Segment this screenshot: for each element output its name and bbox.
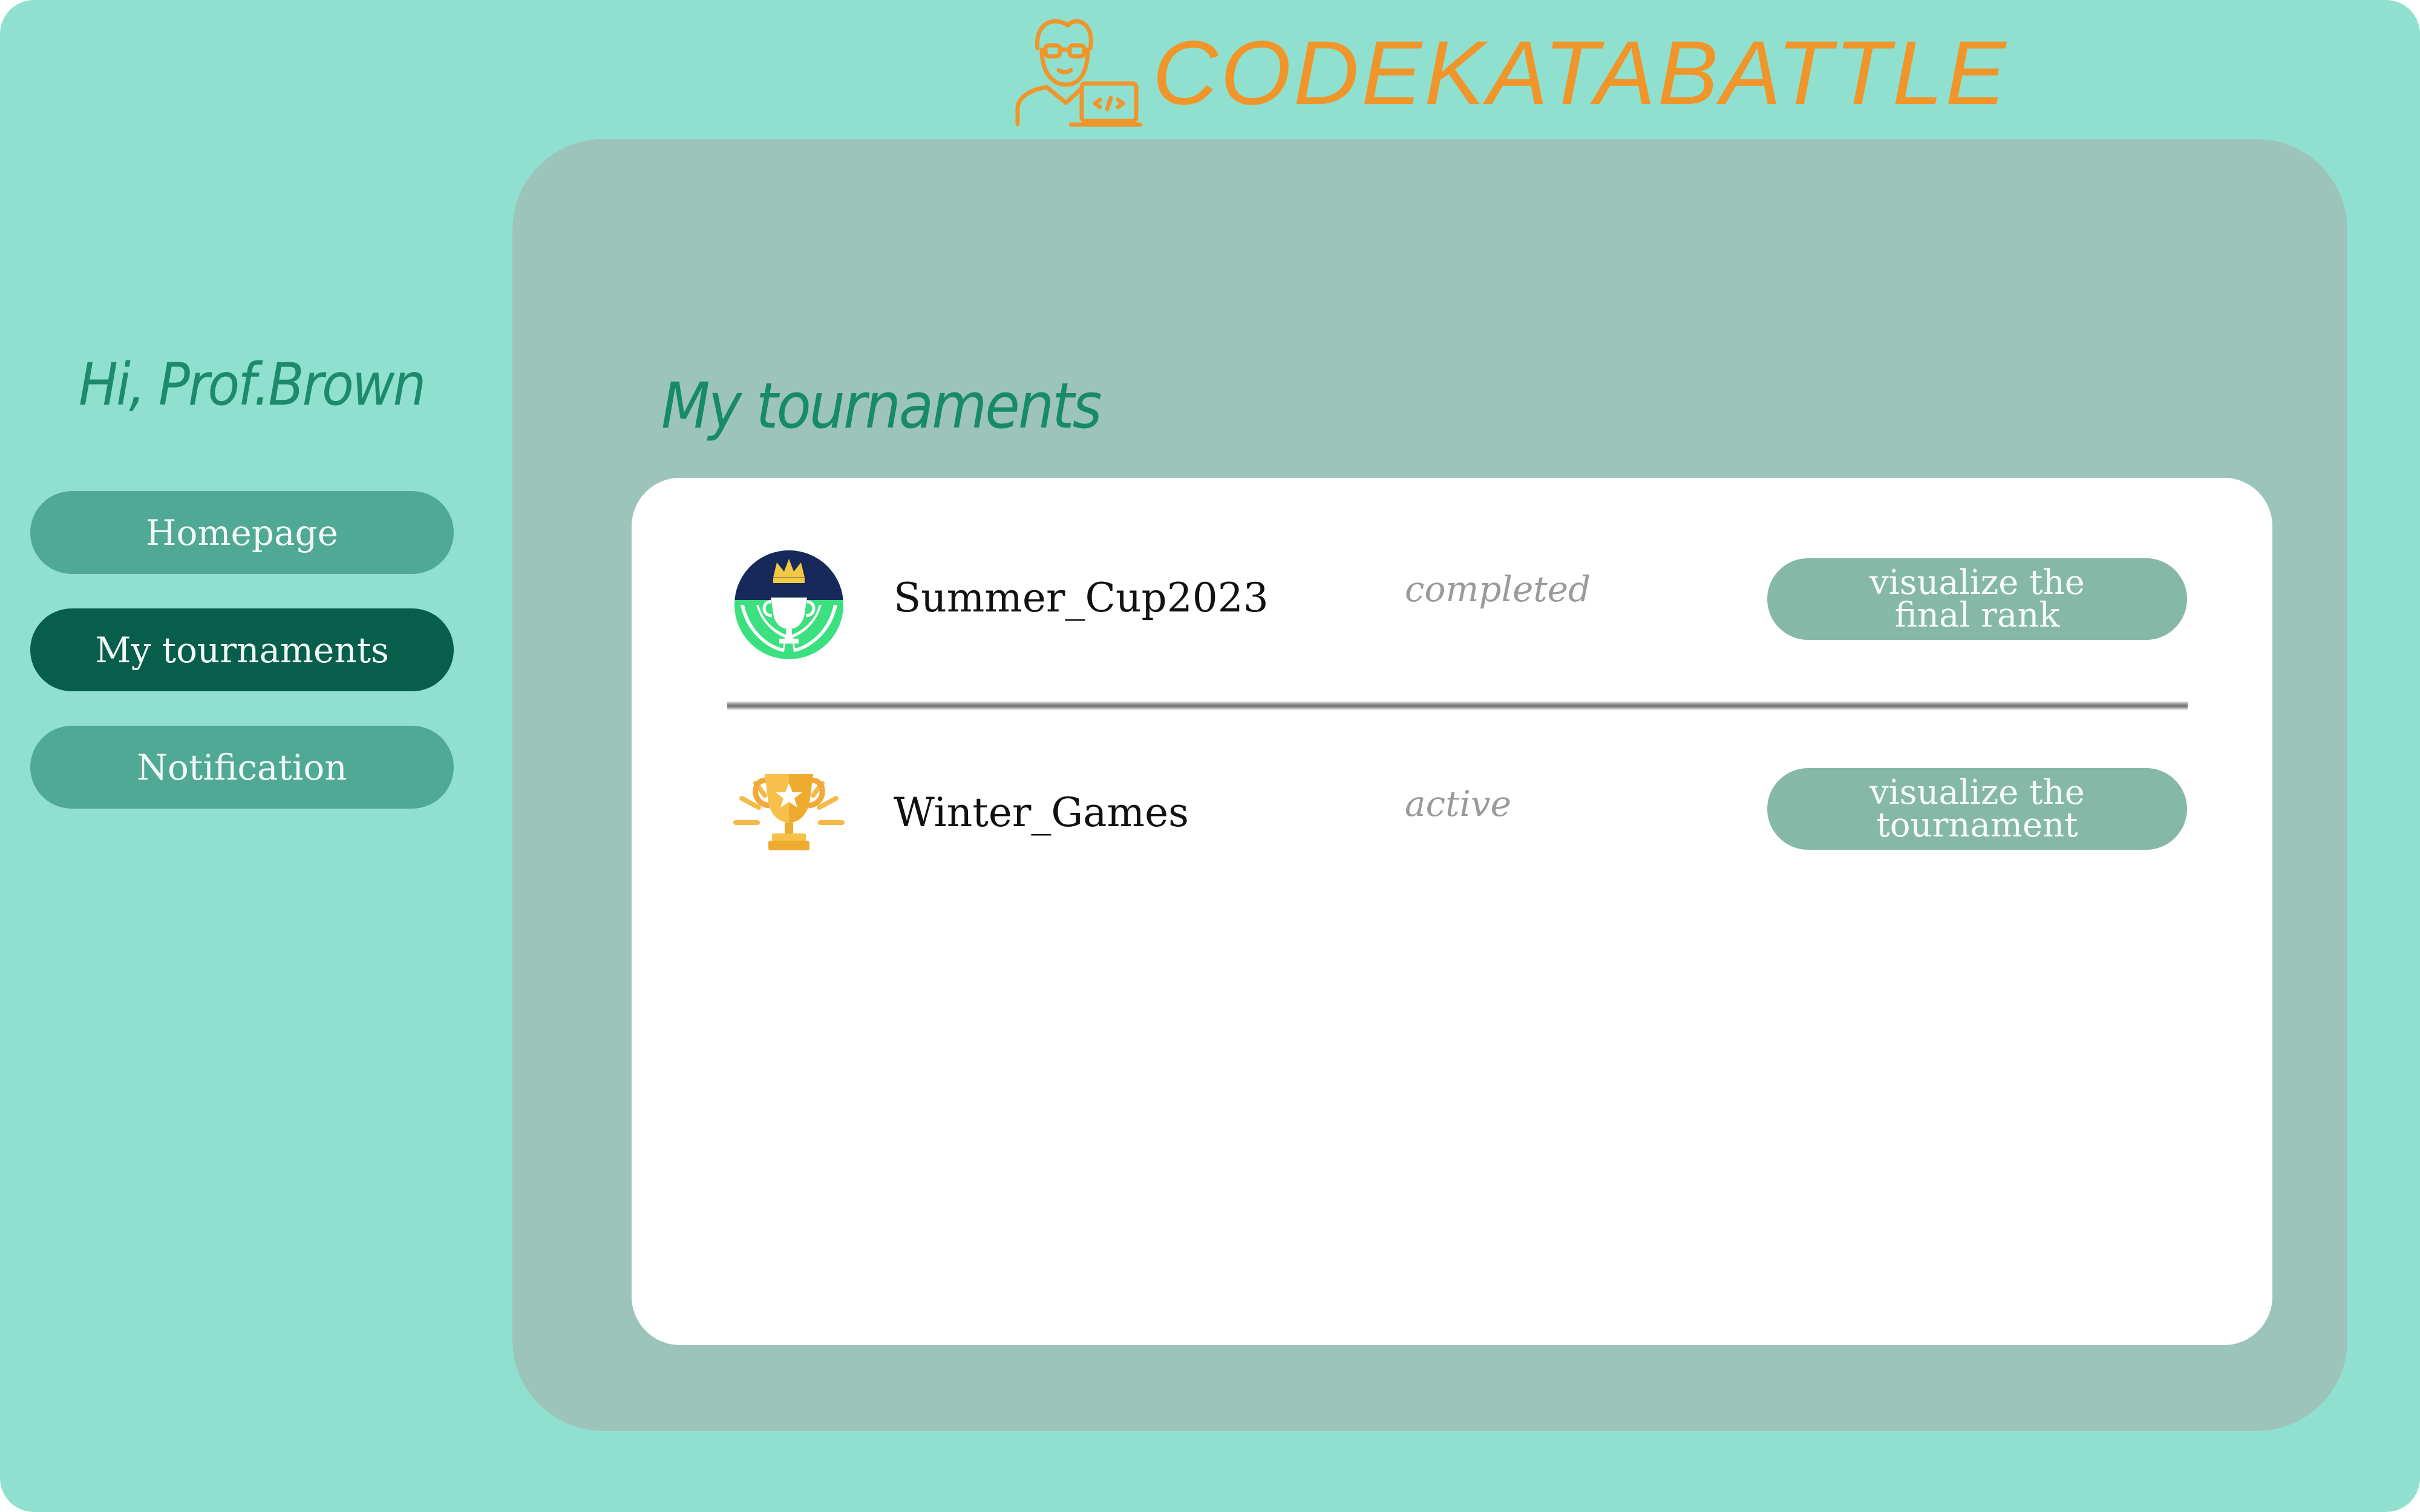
tournament-status: active xyxy=(1405,783,1512,824)
page-title: My tournaments xyxy=(661,369,1102,443)
nav-notification-button[interactable]: Notification xyxy=(30,726,454,809)
button-label-line2: tournament xyxy=(1876,805,2078,845)
nav-homepage-button[interactable]: Homepage xyxy=(30,491,454,574)
tournament-list-card: Summer_Cup2023 completed visualize the f… xyxy=(632,478,2272,1345)
brand-name: CODEKATABATTLE xyxy=(1153,21,2009,123)
button-label-line2: final rank xyxy=(1894,595,2060,635)
button-label-line1: visualize the xyxy=(1869,562,2085,602)
brand-logo[interactable]: CODEKATABATTLE xyxy=(1010,12,2009,133)
button-label-line1: visualize the xyxy=(1869,772,2085,812)
tournament-name: Winter_Games xyxy=(894,789,1189,836)
trophy-crown-badge-icon xyxy=(734,550,843,659)
row-divider xyxy=(727,702,2188,710)
nav-my-tournaments-button[interactable]: My tournaments xyxy=(30,608,454,691)
visualize-final-rank-button[interactable]: visualize the final rank xyxy=(1767,558,2187,640)
visualize-tournament-button[interactable]: visualize the tournament xyxy=(1767,768,2187,850)
tournament-name: Summer_Cup2023 xyxy=(894,575,1269,621)
tournament-row: Summer_Cup2023 completed visualize the f… xyxy=(632,538,2272,683)
coder-with-laptop-icon xyxy=(1015,19,1143,127)
gold-trophy-star-icon xyxy=(733,774,845,850)
user-greeting: Hi, Prof.Brown xyxy=(79,351,426,419)
tournament-status: completed xyxy=(1405,569,1591,610)
tournament-row: Winter_Games active visualize the tourna… xyxy=(632,747,2272,892)
app-window: CODEKATABATTLE Hi, Prof.Brown Homepage M… xyxy=(0,0,2420,1512)
